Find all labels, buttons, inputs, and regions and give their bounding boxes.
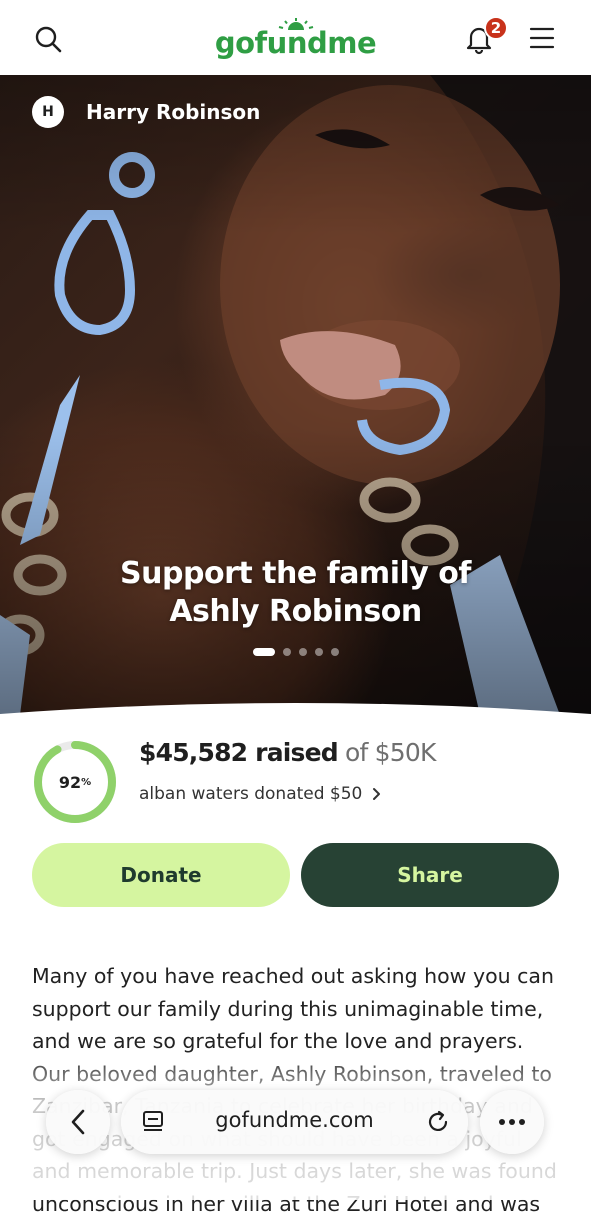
- raised-amount: $45,582 raised: [139, 738, 339, 767]
- organizer-avatar: H: [32, 96, 64, 128]
- campaign-hero-image[interactable]: H Harry Robinson Support the family of A…: [0, 75, 591, 715]
- hero-curve: [0, 703, 591, 722]
- progress-percent-value: 92: [58, 772, 82, 792]
- browser-url[interactable]: gofundme.com: [121, 1108, 468, 1132]
- carousel-dot[interactable]: [252, 648, 275, 656]
- campaign-title: Support the family of Ashly Robinson: [60, 555, 531, 631]
- recent-donation-text: alban waters donated $50: [139, 784, 363, 804]
- amount-raised: $45,582 raised of $50K: [139, 738, 436, 767]
- carousel-dot[interactable]: [314, 648, 323, 656]
- top-header: gofundme 2: [0, 0, 591, 75]
- carousel-dot[interactable]: [282, 648, 291, 656]
- more-icon: [499, 1119, 525, 1125]
- logo-text: gofundme: [214, 26, 377, 60]
- carousel-dot[interactable]: [330, 648, 339, 656]
- browser-more-button[interactable]: [480, 1090, 544, 1154]
- campaign-title-line2: Ashly Robinson: [169, 594, 422, 629]
- campaign-title-line1: Support the family of: [120, 556, 471, 591]
- notification-badge[interactable]: 2: [484, 16, 508, 40]
- progress-percent-sign: %: [81, 776, 92, 788]
- recent-donation[interactable]: alban waters donated $50: [139, 784, 381, 804]
- progress-percent: 92%: [32, 739, 118, 825]
- goal-amount: of $50K: [337, 738, 436, 767]
- carousel-dots[interactable]: [0, 648, 591, 656]
- organizer[interactable]: H Harry Robinson: [32, 96, 260, 128]
- carousel-dot[interactable]: [298, 648, 307, 656]
- back-icon: [71, 1109, 85, 1135]
- donate-button[interactable]: Donate: [32, 843, 290, 907]
- reload-icon[interactable]: [426, 1110, 450, 1134]
- organizer-name: Harry Robinson: [86, 100, 261, 124]
- share-button[interactable]: Share: [301, 843, 559, 907]
- browser-back-button[interactable]: [46, 1090, 110, 1154]
- browser-address-bar[interactable]: gofundme.com: [121, 1090, 468, 1154]
- menu-icon[interactable]: [529, 26, 555, 50]
- chevron-right-icon: [373, 788, 381, 800]
